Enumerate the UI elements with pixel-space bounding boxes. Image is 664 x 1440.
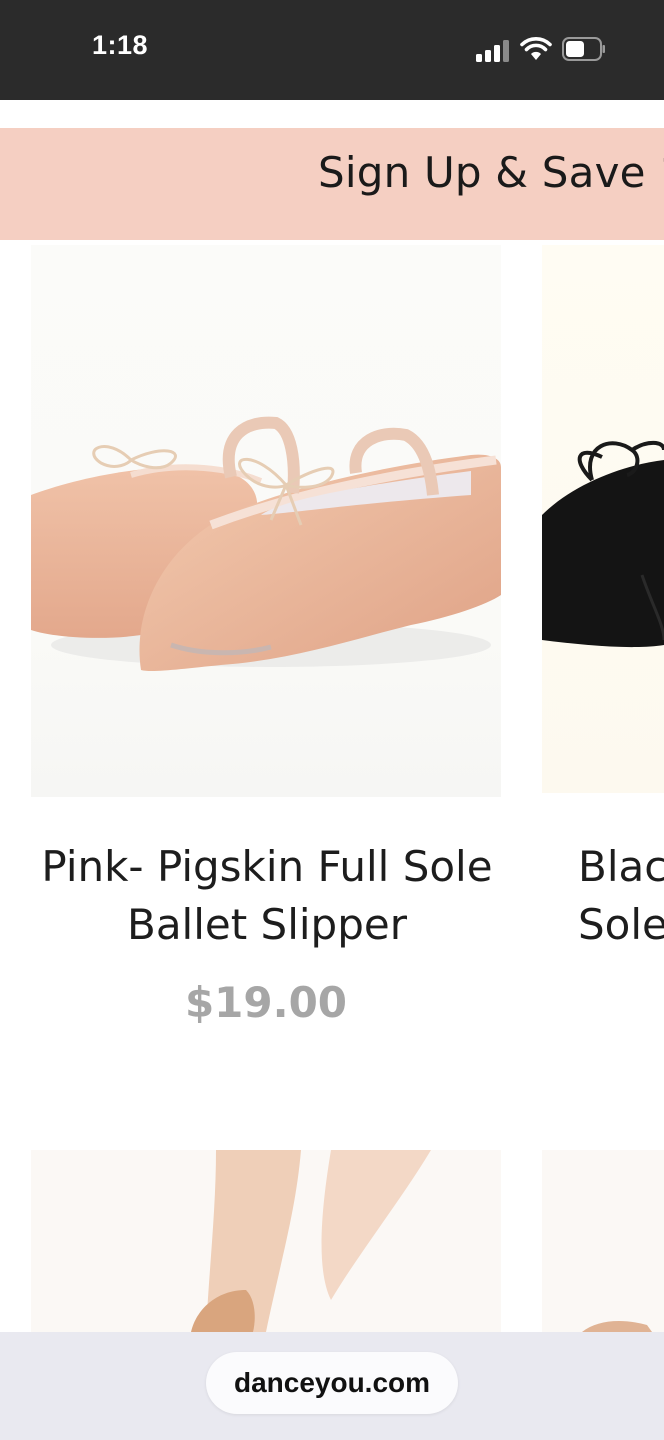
battery-icon bbox=[562, 37, 605, 61]
url-domain: danceyou.com bbox=[233, 1367, 431, 1398]
product-title[interactable]: Blac Sole bbox=[578, 838, 664, 954]
address-field[interactable]: danceyou.com bbox=[206, 1352, 458, 1414]
promo-banner[interactable]: Sign Up & Save 1 bbox=[0, 128, 664, 240]
promo-text: Sign Up & Save 1 bbox=[318, 148, 664, 197]
product-image[interactable] bbox=[542, 1150, 664, 1332]
product-title-line: Blac bbox=[578, 842, 664, 891]
product-title-line: Sole bbox=[578, 900, 664, 949]
product-title[interactable]: Pink- Pigskin Full Sole Ballet Slipper bbox=[20, 838, 514, 954]
status-time: 1:18 bbox=[92, 30, 149, 60]
product-price: $19.00 bbox=[184, 978, 348, 1027]
browser-url-bar: danceyou.com bbox=[0, 1332, 664, 1440]
wifi-icon bbox=[520, 37, 552, 60]
black-ballet-slipper-image[interactable] bbox=[542, 245, 664, 793]
status-bar: 1:18 bbox=[0, 0, 664, 100]
pink-ballet-slipper-image[interactable] bbox=[31, 245, 501, 797]
product-image[interactable] bbox=[31, 1150, 501, 1332]
cellular-signal-icon bbox=[476, 38, 510, 62]
